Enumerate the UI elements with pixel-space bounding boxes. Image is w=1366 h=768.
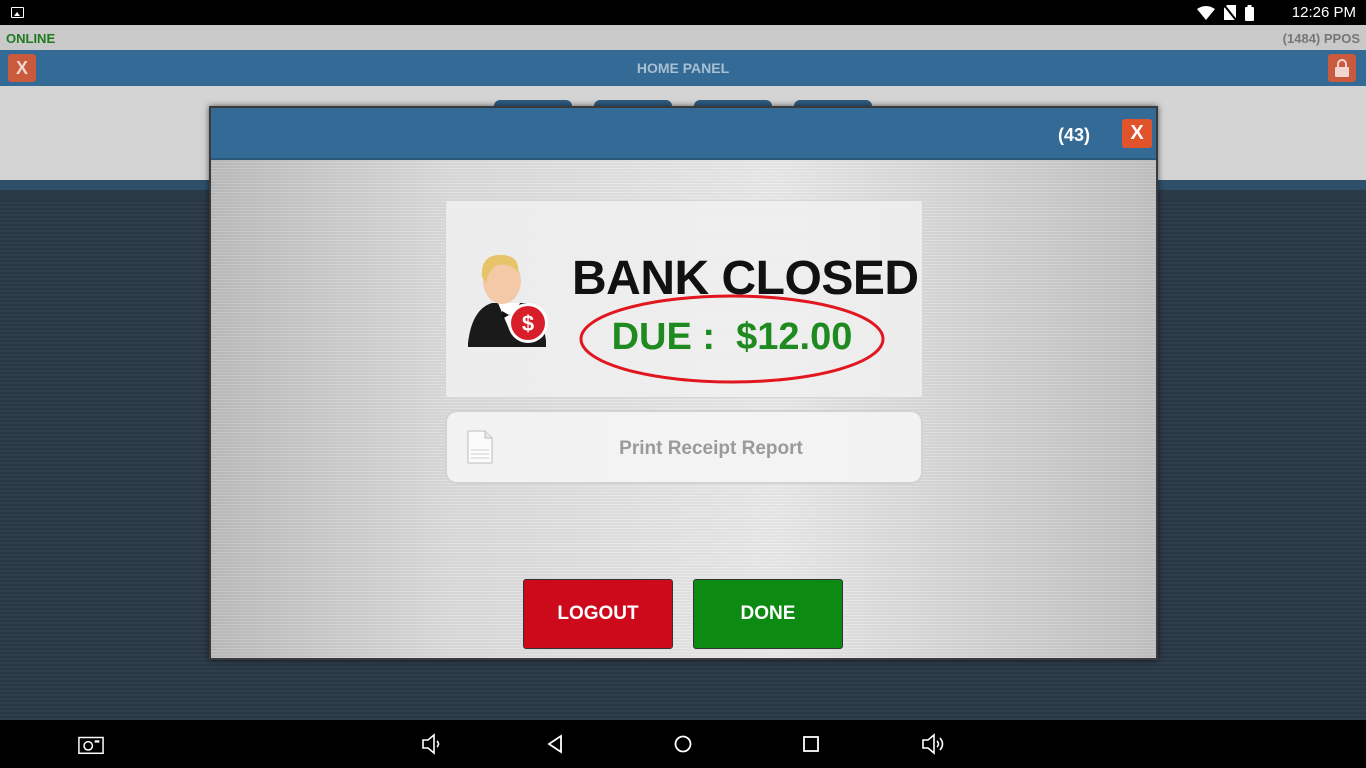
station-label: (1484) PPOS [1282,31,1360,46]
app-status-strip: ONLINE (1484) PPOS [0,25,1366,50]
wifi-icon [1197,5,1215,20]
back-icon[interactable] [543,732,569,756]
dialog-count: (43) [1057,125,1090,145]
dialog-close-button[interactable]: X [1122,119,1152,148]
system-nav-bar [0,720,1366,768]
no-sim-icon [1224,5,1236,20]
due-amount-group: DUE : $12.00 [578,293,886,385]
print-receipt-report-button[interactable]: Print Receipt Report [445,410,923,484]
logout-button[interactable]: LOGOUT [523,579,673,649]
home-icon[interactable] [670,732,696,756]
connection-status: ONLINE [6,31,56,46]
done-button[interactable]: DONE [693,579,843,649]
avatar-badge-label: $ [522,311,534,336]
status-icons [1197,4,1254,21]
due-amount: DUE : $12.00 [611,316,853,358]
status-bar: 12:26 PM [0,0,1366,25]
app-header: X HOME PANEL [0,50,1366,86]
bank-status-card: $ BANK CLOSED DUE : $12.00 [445,200,923,398]
lock-button[interactable] [1328,54,1356,82]
print-receipt-label: Print Receipt Report [619,438,803,459]
volume-down-icon[interactable] [420,732,446,756]
image-notification-icon [11,7,24,18]
recents-icon[interactable] [798,732,824,756]
battery-icon [1245,4,1254,21]
dialog-header: (43) X [211,108,1156,160]
clock: 12:26 PM [1291,4,1356,21]
bank-closed-dialog: (43) X $ BANK CLOSED DUE : $12.00 Print … [209,106,1158,660]
lock-icon [1335,59,1349,77]
page-title: HOME PANEL [636,60,730,76]
volume-up-icon[interactable] [921,732,947,756]
screenshot-icon[interactable] [78,732,104,756]
cashier-avatar-icon: $ [468,254,548,347]
